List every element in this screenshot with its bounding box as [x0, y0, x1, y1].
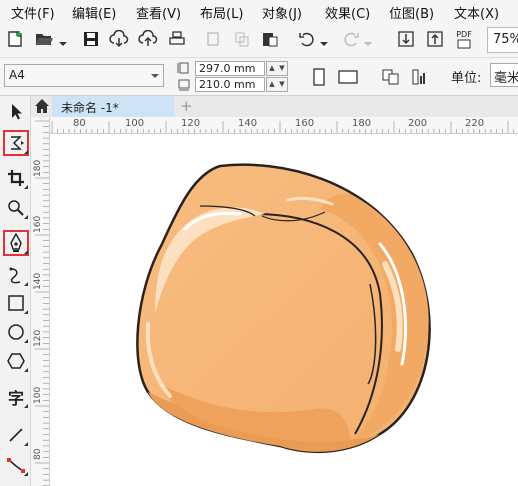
page-width-stepper[interactable]: ▲ ▼ [266, 77, 288, 92]
menu-view[interactable]: 查看(V) [136, 3, 181, 22]
all-pages-icon[interactable] [380, 66, 402, 88]
ruler-label: 120 [33, 329, 43, 347]
horizontal-ruler[interactable]: 80 100 120 140 160 180 200 220 [50, 117, 518, 134]
flyout-indicator [24, 185, 28, 189]
chevron-down-icon [151, 74, 159, 78]
bspline-tool[interactable] [4, 263, 28, 287]
drawing-canvas[interactable] [50, 134, 518, 486]
pen-tool[interactable] [3, 230, 29, 256]
flyout-indicator [24, 250, 28, 254]
new-tab-button[interactable]: + [180, 97, 193, 115]
ruler-label: 160 [295, 118, 315, 129]
publish-pdf-icon[interactable]: PDF [453, 28, 475, 50]
chevron-down-icon[interactable] [59, 36, 67, 46]
ruler-label: 80 [73, 118, 86, 129]
page-height-input[interactable]: 297.0 mm [195, 61, 265, 76]
flyout-indicator [24, 339, 28, 343]
flyout-indicator [24, 215, 28, 219]
current-page-icon[interactable] [408, 66, 430, 88]
menu-layout[interactable]: 布局(L) [200, 3, 243, 22]
ruler-label: 220 [465, 118, 485, 129]
new-document-icon[interactable] [4, 28, 26, 50]
flyout-indicator [24, 442, 28, 446]
menu-text[interactable]: 文本(X) [454, 3, 499, 22]
landscape-icon[interactable] [337, 66, 359, 88]
flyout-indicator [24, 368, 28, 372]
flyout-indicator [24, 150, 28, 154]
page-width-icon [178, 79, 190, 91]
polygon-tool[interactable] [4, 349, 28, 373]
flyout-indicator [24, 472, 28, 476]
page-size-value: A4 [9, 68, 25, 82]
text-tool[interactable]: 字 [4, 385, 28, 409]
export-icon[interactable] [424, 28, 446, 50]
pick-tool[interactable] [4, 100, 28, 124]
menu-edit[interactable]: 编辑(E) [72, 3, 116, 22]
cloud-upload-icon[interactable] [137, 28, 159, 50]
text-tool-icon: 字 [7, 389, 24, 408]
ruler-label: 100 [33, 386, 43, 404]
flyout-indicator [24, 282, 28, 286]
menu-object[interactable]: 对象(J) [262, 3, 302, 22]
crop-tool[interactable] [4, 166, 28, 190]
vertical-ruler[interactable]: 180 160 140 120 100 80 [31, 117, 50, 486]
ruler-label: 140 [238, 118, 258, 129]
menu-file[interactable]: 文件(F) [11, 3, 55, 22]
menu-bar: 文件(F) 编辑(E) 查看(V) 布局(L) 对象(J) 效果(C) 位图(B… [0, 0, 518, 22]
unit-label: 单位: [451, 71, 482, 86]
print-icon[interactable] [166, 28, 188, 50]
document-tab-bar: 未命名 -1* + [31, 96, 518, 117]
cut-icon [202, 28, 224, 50]
zoom-tool[interactable] [4, 196, 28, 220]
ruler-label: 140 [33, 272, 43, 290]
paste-icon[interactable] [259, 28, 281, 50]
shape-tool[interactable] [3, 130, 29, 156]
rectangle-tool[interactable] [4, 291, 28, 315]
copy-icon [231, 28, 253, 50]
portrait-icon[interactable] [308, 66, 330, 88]
flyout-indicator [24, 310, 28, 314]
open-folder-icon[interactable] [33, 28, 55, 50]
menu-effects[interactable]: 效果(C) [325, 3, 370, 22]
ruler-label: 100 [125, 118, 145, 129]
undo-icon[interactable] [296, 28, 318, 50]
ruler-label: 180 [352, 118, 372, 129]
ruler-label: 160 [33, 215, 43, 233]
flyout-indicator [24, 404, 28, 408]
page-height-icon [177, 62, 189, 74]
standard-toolbar: PDF 75% [0, 22, 518, 58]
pdf-label: PDF [456, 29, 472, 39]
ruler-label: 80 [33, 448, 43, 460]
page-height-stepper[interactable]: ▲ ▼ [266, 61, 288, 76]
cloud-download-icon[interactable] [108, 28, 130, 50]
connector-tool[interactable] [4, 453, 28, 477]
ruler-label: 200 [408, 118, 428, 129]
toolbox: 字 [0, 96, 31, 486]
page-width-input[interactable]: 210.0 mm [195, 77, 265, 92]
ellipse-tool[interactable] [4, 320, 28, 344]
ruler-label: 180 [33, 159, 43, 177]
unit-select[interactable]: 毫米 [490, 63, 518, 87]
redo-icon [340, 28, 362, 50]
import-icon[interactable] [395, 28, 417, 50]
home-icon[interactable] [34, 98, 50, 114]
menu-bitmap[interactable]: 位图(B) [389, 3, 434, 22]
property-bar: A4 297.0 mm ▲ ▼ 210.0 mm ▲ ▼ 单位: 毫米 [0, 58, 518, 96]
ruler-label: 120 [181, 118, 201, 129]
zoom-level-select[interactable]: 75% [487, 27, 518, 53]
peach-illustration[interactable] [50, 134, 518, 486]
chevron-down-icon[interactable] [320, 36, 328, 46]
tab-document[interactable]: 未命名 -1* [52, 96, 174, 117]
line-tool[interactable] [4, 423, 28, 447]
page-size-select[interactable]: A4 [4, 64, 164, 87]
save-icon[interactable] [80, 28, 102, 50]
chevron-down-icon [364, 36, 372, 46]
ruler-ticks [51, 121, 515, 133]
